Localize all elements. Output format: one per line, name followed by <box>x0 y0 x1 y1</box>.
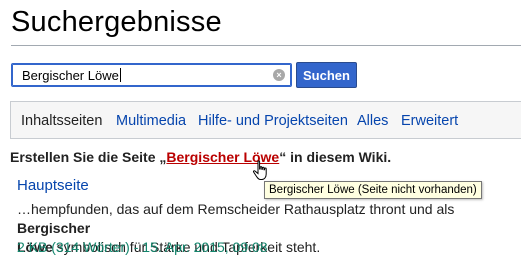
tab-multimedia[interactable]: Multimedia <box>116 113 186 129</box>
tab-alles[interactable]: Alles <box>357 113 388 129</box>
page-title: Suchergebnisse <box>11 6 222 38</box>
tab-inhaltsseiten[interactable]: Inhaltsseiten <box>21 113 102 129</box>
search-profile-tabs: Inhaltsseiten Multimedia Hilfe- und Proj… <box>10 101 521 139</box>
result-title-link[interactable]: Hauptseite <box>17 177 89 194</box>
hand-pointer-icon <box>252 160 267 180</box>
tab-erweitert[interactable]: Erweitert <box>401 113 458 129</box>
search-input[interactable]: Bergischer Löwe × <box>11 63 292 87</box>
link-tooltip: Bergischer Löwe (Seite nicht vorhanden) <box>264 181 482 199</box>
search-match: Bergischer <box>17 220 91 236</box>
text-caret <box>119 68 121 82</box>
search-button[interactable]: Suchen <box>296 62 357 88</box>
search-input-value[interactable]: Bergischer Löwe <box>22 68 121 83</box>
clear-icon[interactable]: × <box>273 69 285 81</box>
title-divider <box>11 45 521 46</box>
create-page-notice: Erstellen Sie die Seite „Bergischer Löwe… <box>10 149 391 165</box>
tab-hilfe-projektseiten[interactable]: Hilfe- und Projektseiten <box>198 113 348 129</box>
result-meta: 2 KB (314 Wörter) - 15. Apr. 2015, 09:08 <box>17 239 268 255</box>
create-suffix: “ in diesem Wiki. <box>279 149 392 165</box>
create-prefix: Erstellen Sie die Seite „ <box>10 149 167 165</box>
